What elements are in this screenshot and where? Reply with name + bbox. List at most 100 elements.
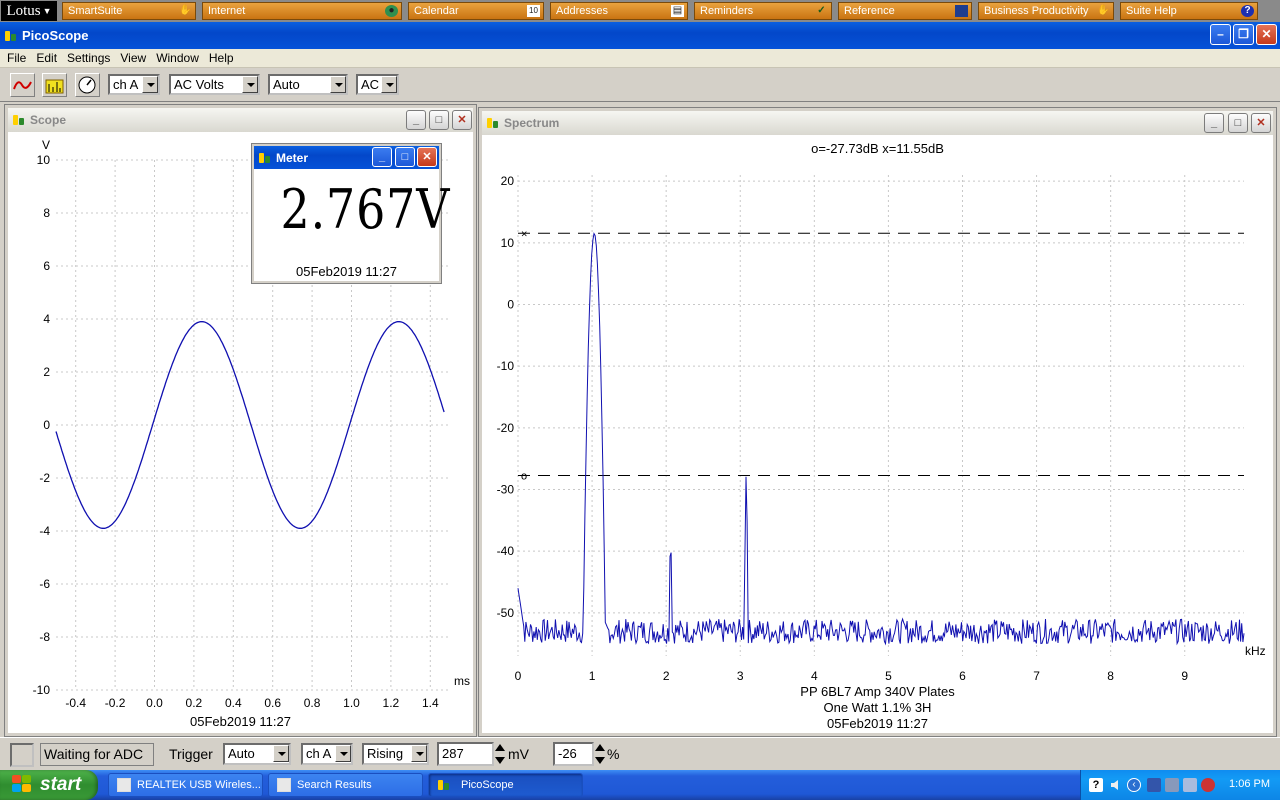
spectrum-maximize-button[interactable]: □ <box>1228 113 1248 133</box>
speaker-icon[interactable] <box>1109 778 1123 792</box>
scope-x-tick-label: 1.4 <box>422 696 439 710</box>
lotus-item-label: Reminders <box>700 5 754 17</box>
security-shield-icon[interactable] <box>1201 778 1215 792</box>
scope-minimize-button[interactable]: _ <box>406 110 426 130</box>
help-icon[interactable]: ? <box>1089 778 1103 792</box>
lotus-reminders-button[interactable]: Reminders ✓ <box>694 2 832 20</box>
chevron-down-icon[interactable] <box>335 745 351 762</box>
lotus-internet-button[interactable]: Internet ● <box>202 2 402 20</box>
meter-minimize-button[interactable]: _ <box>372 147 392 167</box>
spectrum-y-tick-label: -30 <box>497 483 515 497</box>
spectrum-plot[interactable]: 0 1 2 3 4 5 6 7 8 9 20 10 0 -10 -20 -30 -40 -50 × o <box>482 135 1273 735</box>
chevron-down-icon[interactable] <box>142 76 158 93</box>
trigger-level-unit: mV <box>508 746 529 762</box>
picoscope-app-icon <box>258 151 272 165</box>
scope-maximize-button[interactable]: □ <box>429 110 449 130</box>
trigger-edge-select[interactable]: Rising <box>362 743 429 765</box>
wireless-icon[interactable] <box>1183 778 1197 792</box>
pretrigger-input[interactable]: -26 <box>553 742 594 766</box>
windows-flag-icon <box>12 775 34 795</box>
network-icon[interactable] <box>1165 778 1179 792</box>
scope-y-tick-label: -10 <box>33 683 51 697</box>
meter-date: 05Feb2019 11:27 <box>296 264 397 279</box>
hand-icon: ✋ <box>179 5 192 16</box>
spectrum-caption-line-2: One Watt 1.1% 3H <box>823 700 932 715</box>
chevron-down-icon[interactable] <box>242 76 258 93</box>
chevron-left-icon[interactable]: ‹ <box>1127 778 1141 792</box>
range-value: Auto <box>273 77 300 92</box>
status-text: Waiting for ADC <box>40 743 154 766</box>
start-button[interactable]: start <box>0 770 98 800</box>
lotus-smartsuite-button[interactable]: SmartSuite ✋ <box>62 2 196 20</box>
globe-icon: ● <box>385 5 398 17</box>
scope-date: 05Feb2019 11:27 <box>190 714 291 729</box>
channel-select[interactable]: ch A <box>108 74 160 95</box>
lotus-addresses-button[interactable]: Addresses ▤ <box>550 2 688 20</box>
spectrum-y-tick-label: -50 <box>497 606 515 620</box>
lotus-calendar-button[interactable]: Calendar 10 <box>408 2 544 20</box>
channel-value: ch A <box>113 77 139 92</box>
spectrum-x-tick-label: 9 <box>1181 669 1188 683</box>
spectrum-y-tick-label: 0 <box>507 298 514 312</box>
trigger-mode-select[interactable]: Auto <box>223 743 291 765</box>
meter-close-button[interactable]: ✕ <box>417 147 437 167</box>
spectrum-trace <box>517 232 1245 646</box>
trigger-level-input[interactable]: 287 <box>437 742 494 766</box>
range-select[interactable]: Auto <box>268 74 348 95</box>
menu-file[interactable]: File <box>2 51 31 65</box>
app-close-button[interactable]: ✕ <box>1256 24 1277 45</box>
lotus-business-productivity-button[interactable]: Business Productivity ✋ <box>978 2 1114 20</box>
menu-edit[interactable]: Edit <box>31 51 62 65</box>
scope-title: Scope <box>30 113 67 127</box>
chevron-down-icon[interactable] <box>381 76 397 93</box>
spectrum-x-tick-label: 1 <box>589 669 596 683</box>
scope-view-button[interactable] <box>10 73 35 97</box>
scope-x-tick-label: 0.8 <box>304 696 321 710</box>
scope-y-tick-label: -4 <box>39 524 50 538</box>
trigger-level-spinner[interactable] <box>494 742 506 766</box>
menu-bar: File Edit Settings View Window Help <box>0 49 1280 68</box>
scope-window: Scope _ □ ✕ -0.4 -0.2 0.0 0.2 0.4 0.6 0.8 1.0 1.… <box>4 104 477 737</box>
menu-window[interactable]: Window <box>151 51 204 65</box>
spectrum-x-tick-label: 3 <box>737 669 744 683</box>
scope-y-tick-label: 4 <box>43 312 50 326</box>
scope-y-tick-label: 8 <box>43 206 50 220</box>
picoscope-app-icon <box>486 116 500 130</box>
chevron-down-icon[interactable] <box>411 745 427 762</box>
spectrum-view-button[interactable] <box>42 73 67 97</box>
scope-y-tick-label: 0 <box>43 418 50 432</box>
menu-view[interactable]: View <box>115 51 151 65</box>
lotus-reference-button[interactable]: Reference <box>838 2 972 20</box>
lotus-suite-help-button[interactable]: Suite Help? <box>1120 2 1258 20</box>
help-icon: ? <box>1241 5 1254 17</box>
mode-select[interactable]: AC <box>356 74 399 95</box>
picoscope-app-icon <box>12 113 26 127</box>
device-icon[interactable] <box>1147 778 1161 792</box>
coupling-select[interactable]: AC Volts <box>169 74 260 95</box>
taskbar-item-search-results[interactable]: Search Results <box>268 773 423 797</box>
spectrum-y-tick-label: -20 <box>497 421 515 435</box>
taskbar-item-realtek[interactable]: REALTEK USB Wireles... <box>108 773 263 797</box>
status-bar: Waiting for ADC Trigger Auto ch A Rising… <box>0 737 1280 770</box>
trigger-channel-select[interactable]: ch A <box>301 743 353 765</box>
meter-view-button[interactable] <box>75 73 100 97</box>
menu-settings[interactable]: Settings <box>62 51 115 65</box>
spectrum-x-tick-label: 7 <box>1033 669 1040 683</box>
chevron-down-icon[interactable] <box>330 76 346 93</box>
lotus-logo-button[interactable]: Lotus ▼ <box>1 1 57 21</box>
pretrigger-spinner[interactable] <box>594 742 606 766</box>
lotus-smartsuite-bar: Lotus ▼ SmartSuite ✋ Internet ● Calendar 10 … <box>0 0 1280 22</box>
spectrum-close-button[interactable]: ✕ <box>1251 113 1271 133</box>
scope-x-tick-label: 0.2 <box>186 696 203 710</box>
spectrum-minimize-button[interactable]: _ <box>1204 113 1224 133</box>
chevron-down-icon[interactable] <box>273 745 289 762</box>
app-minimize-button[interactable]: – <box>1210 24 1231 45</box>
app-restore-button[interactable]: ❐ <box>1233 24 1254 45</box>
lotus-item-label: Suite Help <box>1126 5 1177 17</box>
scope-y-tick-label: -6 <box>39 577 50 591</box>
trigger-mode-value: Auto <box>228 746 255 761</box>
scope-close-button[interactable]: ✕ <box>452 110 472 130</box>
meter-maximize-button[interactable]: □ <box>395 147 415 167</box>
menu-help[interactable]: Help <box>204 51 239 65</box>
taskbar-item-picoscope[interactable]: PicoScope <box>428 773 583 797</box>
